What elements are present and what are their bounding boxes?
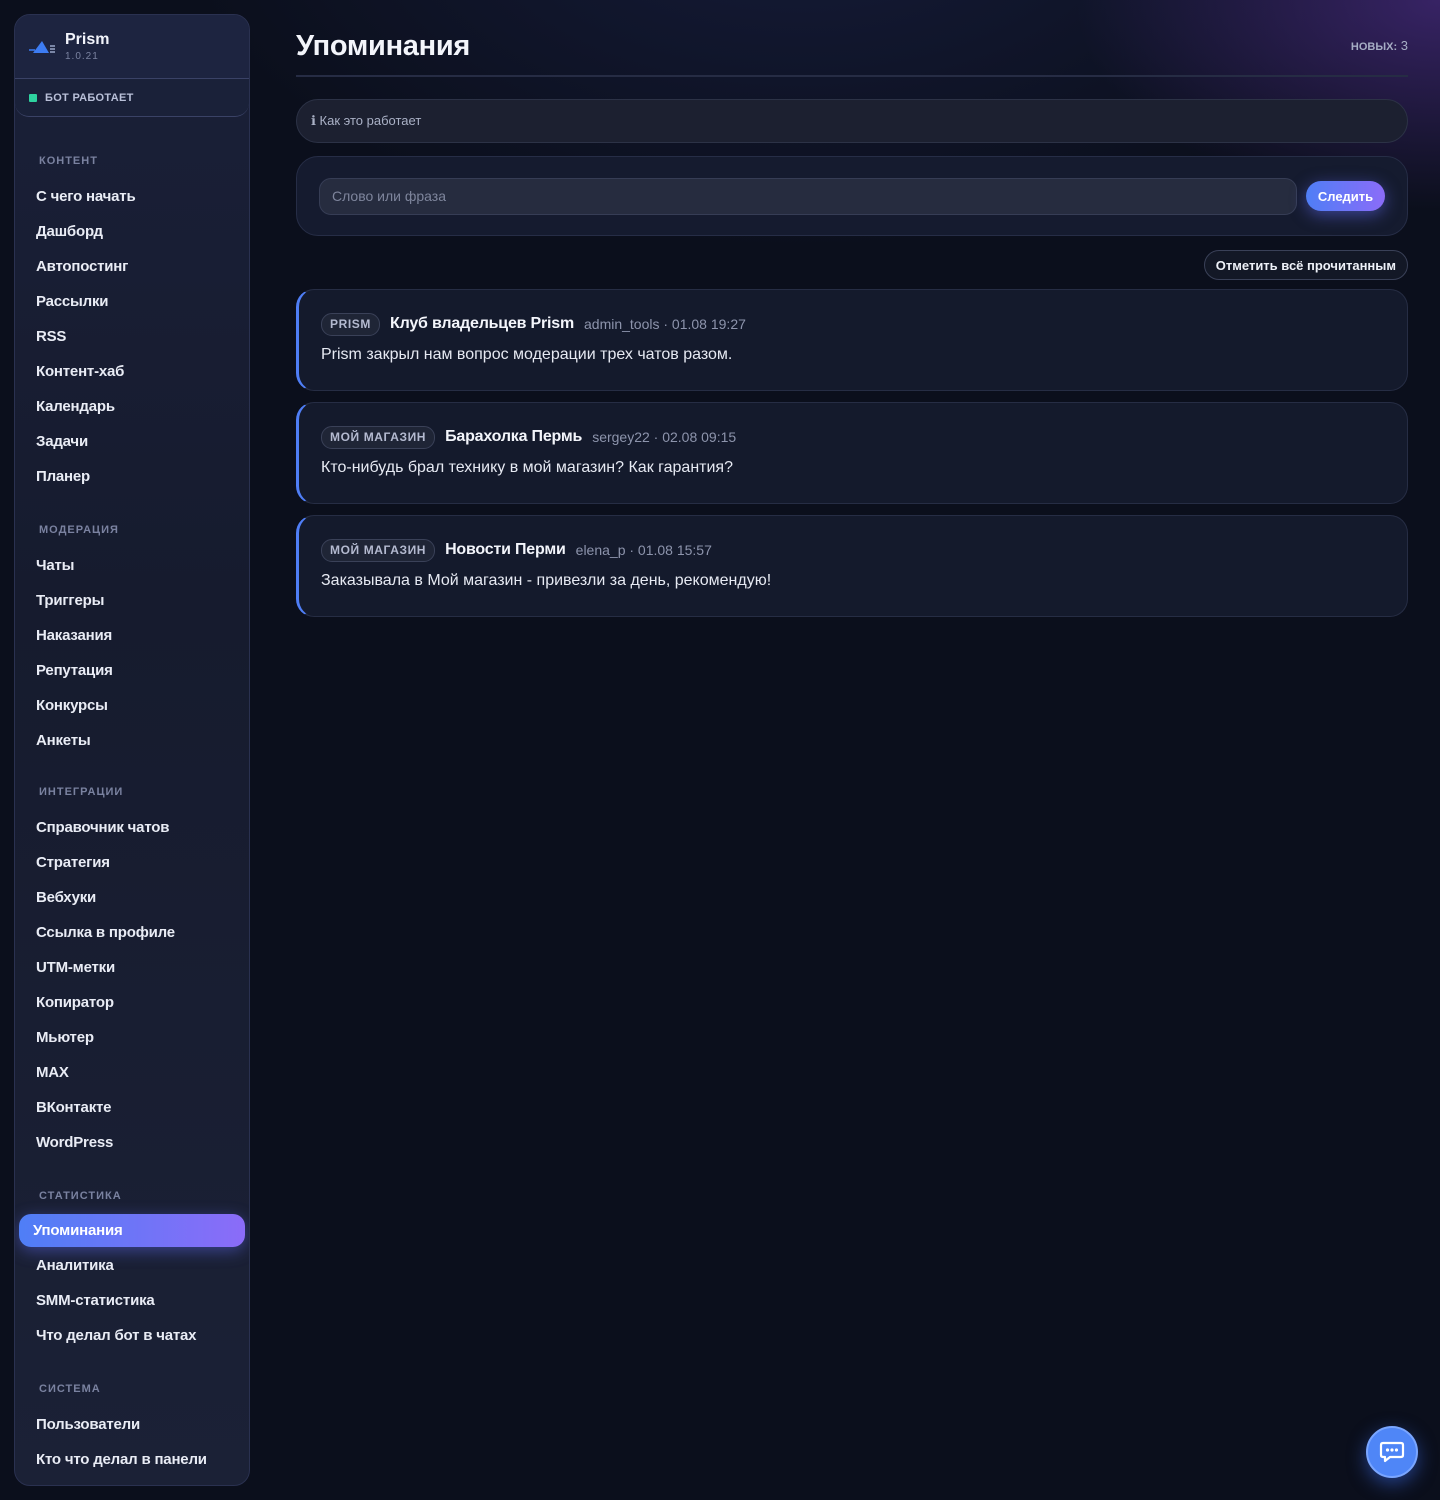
sidebar-item[interactable]: Ссылка в профиле: [15, 915, 249, 950]
sidebar-item[interactable]: Наказания: [15, 618, 249, 653]
nav-section: СИСТЕМА Пользователи Кто что делал в панел…: [15, 1379, 249, 1477]
chat-fab-button[interactable]: [1366, 1426, 1418, 1478]
sidebar-item[interactable]: RSS: [15, 319, 249, 354]
how-it-works-toggle[interactable]: ℹ Как это работает: [296, 99, 1408, 143]
sidebar-item[interactable]: Пользователи: [15, 1407, 249, 1442]
follow-button[interactable]: Следить: [1306, 181, 1385, 211]
chat-tag-badge: PRISM: [321, 312, 381, 336]
nav-section-title: МОДЕРАЦИЯ: [39, 524, 119, 536]
chat-name[interactable]: Барахолка Пермь: [445, 428, 582, 446]
sidebar-item[interactable]: Календарь: [15, 389, 249, 424]
mark-all-read-button[interactable]: Отметить всё прочитанным: [1203, 250, 1408, 280]
sidebar-item[interactable]: SMM-статистика: [15, 1283, 249, 1318]
mention-card[interactable]: МОЙ МАГАЗИН Барахолка Пермь sergey22 · 02.…: [296, 402, 1408, 504]
chat-bubble-icon: [1379, 1441, 1405, 1463]
sidebar-item[interactable]: Мьютер: [15, 1020, 249, 1055]
chat-name[interactable]: Новости Перми: [445, 541, 566, 559]
sidebar-item[interactable]: Конкурсы: [15, 688, 249, 723]
chat-tag-badge: МОЙ МАГАЗИН: [321, 538, 436, 562]
new-count: НОВЫХ: 3: [1351, 38, 1408, 53]
mention-header: МОЙ МАГАЗИН Новости Перми elena_p · 01.08 …: [321, 538, 1407, 562]
sidebar-item[interactable]: Репутация: [15, 653, 249, 688]
sidebar-item[interactable]: Вебхуки: [15, 880, 249, 915]
prism-logo-icon: [29, 41, 55, 53]
mention-meta: admin_tools · 01.08 19:27: [584, 316, 746, 332]
sidebar-item[interactable]: Задачи: [15, 424, 249, 459]
sidebar-item[interactable]: ВКонтакте: [15, 1090, 249, 1125]
sidebar-item[interactable]: Контент-хаб: [15, 354, 249, 389]
brand-name: Prism: [65, 31, 110, 48]
sidebar-item[interactable]: Триггеры: [15, 583, 249, 618]
sidebar-item[interactable]: Чаты: [15, 548, 249, 583]
nav-section: СТАТИСТИКА Упоминания Аналитика SMM-статист…: [15, 1186, 249, 1353]
sidebar-item[interactable]: Кто что делал в панели: [15, 1442, 249, 1477]
sidebar-item[interactable]: Рассылки: [15, 284, 249, 319]
brand-version: 1.0.21: [65, 51, 99, 62]
follow-keyword-input[interactable]: [319, 177, 1297, 215]
mention-text: Prism закрыл нам вопрос модерации трех ч…: [321, 346, 733, 363]
sidebar-item[interactable]: WordPress: [15, 1125, 249, 1160]
sidebar-item[interactable]: MAX: [15, 1055, 249, 1090]
sidebar-item[interactable]: Упоминания: [19, 1214, 245, 1247]
mention-list: PRISM Клуб владельцев Prism admin_tools · …: [296, 289, 1408, 617]
nav-section-title: СИСТЕМА: [39, 1383, 101, 1395]
chat-tag-badge: МОЙ МАГАЗИН: [321, 425, 436, 449]
sidebar-item[interactable]: Справочник чатов: [15, 810, 249, 845]
sidebar-item[interactable]: Копиратор: [15, 985, 249, 1020]
sidebar-item[interactable]: UTM-метки: [15, 950, 249, 985]
sidebar-item[interactable]: Аналитика: [15, 1248, 249, 1283]
mention-card[interactable]: МОЙ МАГАЗИН Новости Перми elena_p · 01.08 …: [296, 515, 1408, 617]
sidebar-item[interactable]: Стратегия: [15, 845, 249, 880]
mention-text: Кто-нибудь брал технику в мой магазин? К…: [321, 459, 733, 476]
sidebar-item[interactable]: Дашборд: [15, 214, 249, 249]
new-count-value: 3: [1400, 38, 1408, 53]
nav-section: КОНТЕНТ С чего начать Дашборд Автопостинг Ра…: [15, 151, 249, 494]
mention-header: МОЙ МАГАЗИН Барахолка Пермь sergey22 · 02.…: [321, 425, 1407, 449]
sidebar: Prism 1.0.21 БОТ РАБОТАЕТ КОНТЕНТ С чего …: [14, 14, 250, 1486]
nav-section: ИНТЕГРАЦИИ Справочник чатов Стратегия Вебху…: [15, 782, 249, 1160]
mention-meta: sergey22 · 02.08 09:15: [592, 429, 737, 445]
nav-section-title: ИНТЕГРАЦИИ: [39, 786, 124, 798]
sidebar-item[interactable]: Что делал бот в чатах: [15, 1318, 249, 1353]
sidebar-item[interactable]: Анкеты: [15, 723, 249, 758]
bot-status: БОТ РАБОТАЕТ: [15, 79, 249, 117]
mention-card[interactable]: PRISM Клуб владельцев Prism admin_tools · …: [296, 289, 1408, 391]
chat-name[interactable]: Клуб владельцев Prism: [390, 315, 574, 333]
sidebar-item[interactable]: Автопостинг: [15, 249, 249, 284]
mark-row: Отметить всё прочитанным: [296, 250, 1408, 280]
nav-section-title: СТАТИСТИКА: [39, 1190, 122, 1202]
nav-section-title: КОНТЕНТ: [39, 155, 98, 167]
status-dot-icon: [29, 93, 37, 102]
main-content: Упоминания НОВЫХ: 3 ℹ Как это работает С…: [296, 0, 1408, 617]
follow-card: Следить: [296, 156, 1408, 236]
page-header: Упоминания НОВЫХ: 3: [296, 0, 1408, 77]
mention-text: Заказывала в Мой магазин - привезли за д…: [321, 572, 772, 589]
nav-section: МОДЕРАЦИЯ Чаты Триггеры Наказания Репутация К…: [15, 520, 249, 758]
mention-header: PRISM Клуб владельцев Prism admin_tools · …: [321, 312, 1407, 336]
brand-text: Prism 1.0.21: [65, 31, 109, 63]
sidebar-item[interactable]: С чего начать: [15, 179, 249, 214]
sidebar-item[interactable]: Планер: [15, 459, 249, 494]
mention-meta: elena_p · 01.08 15:57: [575, 542, 712, 558]
bot-status-label: БОТ РАБОТАЕТ: [45, 91, 134, 104]
page-title: Упоминания: [296, 30, 470, 62]
brand-header[interactable]: Prism 1.0.21: [15, 15, 249, 79]
new-count-label: НОВЫХ:: [1350, 41, 1398, 53]
